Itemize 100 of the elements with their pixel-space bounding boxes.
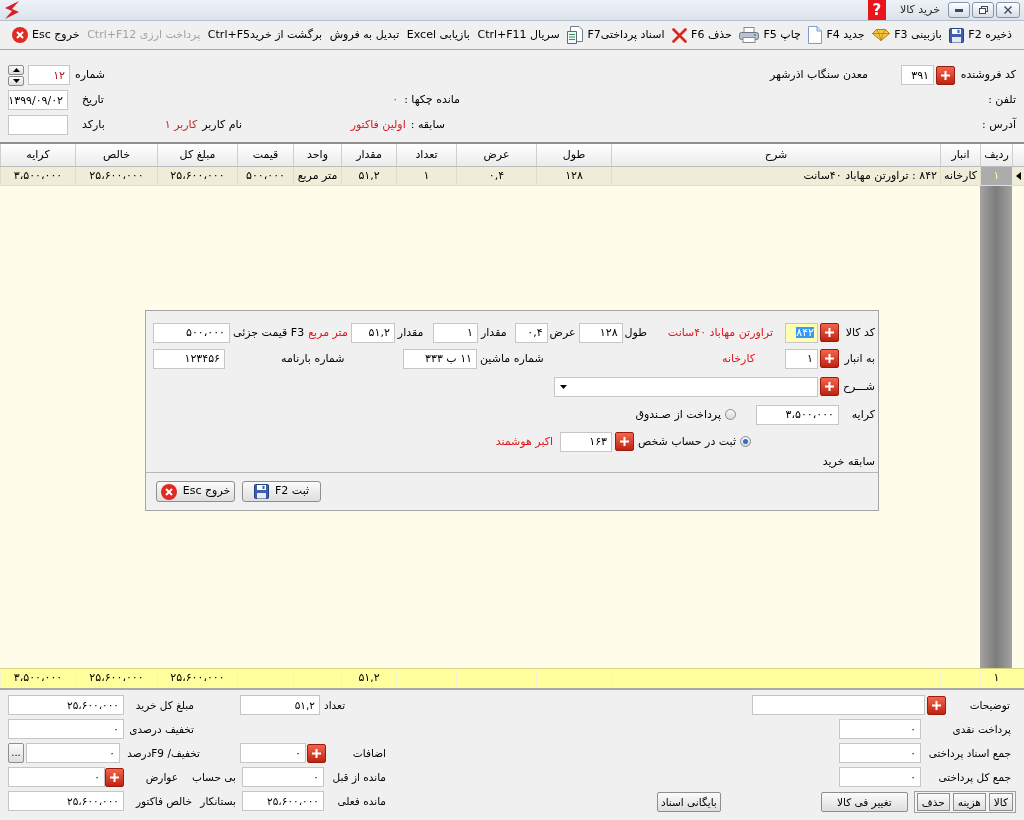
- input-field[interactable]: ۱۲: [28, 65, 70, 85]
- dialog-button[interactable]: ثبت F2: [242, 481, 321, 502]
- radio-button[interactable]: [725, 409, 736, 420]
- toolbar-button[interactable]: اسناد پرداختیF7: [565, 23, 667, 47]
- add-button[interactable]: [820, 377, 839, 396]
- field-label: کد کالا: [844, 325, 875, 340]
- input-field[interactable]: ۰: [839, 719, 921, 739]
- input-field[interactable]: ۲۵،۶۰۰،۰۰۰: [8, 791, 124, 811]
- restore-button[interactable]: [972, 2, 994, 18]
- total-cell: ۱: [980, 669, 1012, 688]
- minimize-button[interactable]: [948, 2, 970, 18]
- table-row[interactable]: ۱ کارخانه ۸۴۲ : تراورتن مهاباد ۴۰سانت ۱۲۸ ۰,۴ ۱ ۵۱,۲ متر مربع ۵۰۰،۰۰۰ ۲۵،۶۰۰،۰۰۰ ۲۵،۶۰۰،۰۰۰ ۳،۵۰۰،۰۰۰: [0, 167, 1024, 186]
- column-header[interactable]: واحد: [293, 144, 341, 166]
- input-field[interactable]: ۱۶۳: [560, 431, 612, 452]
- total-cell: ۳،۵۰۰،۰۰۰: [0, 669, 75, 688]
- field-label: کد فروشنده: [959, 68, 1016, 82]
- input-field[interactable]: ۳۹۱: [901, 65, 934, 85]
- table-cell: کارخانه: [940, 167, 980, 185]
- spin-up-button[interactable]: [8, 64, 24, 75]
- toolbar-button[interactable]: تبدیل به فروش: [327, 23, 402, 47]
- toolbar-button[interactable]: خروج Esc: [10, 23, 82, 47]
- input-field[interactable]: [8, 115, 68, 135]
- field-label: توضیحات: [968, 698, 1011, 712]
- column-header[interactable]: کرایه: [0, 144, 75, 166]
- field-label: کرایه: [850, 407, 875, 422]
- input-field[interactable]: ۵۱,۲: [240, 695, 320, 715]
- input-field[interactable]: ۰: [8, 719, 124, 739]
- radio-button[interactable]: [740, 436, 751, 447]
- input-field[interactable]: ۰: [26, 743, 120, 763]
- add-button[interactable]: [820, 323, 839, 342]
- dialog-button[interactable]: خروج Esc: [156, 481, 235, 502]
- input-field[interactable]: ۰,۴: [514, 322, 548, 343]
- action-button[interactable]: کالا: [988, 793, 1013, 811]
- input-field[interactable]: ۱۲۳۴۵۶: [153, 348, 225, 369]
- add-button[interactable]: [615, 432, 634, 451]
- spin-down-button[interactable]: [8, 75, 24, 86]
- field-label: شـــرح: [841, 379, 875, 394]
- input-field[interactable]: ۱۳۹۹/۰۹/۰۲: [8, 90, 68, 110]
- field-label: بارکد: [82, 118, 105, 132]
- input-field[interactable]: ۱: [785, 348, 818, 369]
- input-field[interactable]: ۰: [839, 767, 921, 787]
- caret-down-icon: [12, 78, 20, 83]
- input-field[interactable]: ۰: [242, 767, 324, 787]
- column-header[interactable]: ردیف: [980, 144, 1012, 166]
- input-field[interactable]: ۰: [839, 743, 921, 763]
- close-button[interactable]: [996, 2, 1020, 18]
- dropdown-field[interactable]: [554, 376, 818, 397]
- action-button[interactable]: هزینه: [952, 793, 986, 811]
- column-header[interactable]: خالص: [75, 144, 157, 166]
- toolbar-button[interactable]: حذف F6: [670, 23, 734, 47]
- input-field[interactable]: ۵۰۰،۰۰۰: [153, 322, 230, 343]
- input-field[interactable]: ۰: [8, 767, 105, 787]
- input-field[interactable]: ۳،۵۰۰،۰۰۰: [756, 404, 839, 425]
- close-icon: [1004, 6, 1012, 14]
- toolbar-button[interactable]: چاپ F5: [737, 23, 803, 47]
- field-label: خالص فاکتور: [134, 794, 193, 808]
- add-button[interactable]: [105, 767, 124, 787]
- column-header[interactable]: قیمت: [237, 144, 293, 166]
- column-header[interactable]: تعداد: [396, 144, 456, 166]
- column-header[interactable]: شرح: [611, 144, 940, 166]
- column-header[interactable]: طول: [536, 144, 611, 166]
- plus-icon: [825, 328, 834, 337]
- help-button[interactable]: ?: [867, 0, 886, 20]
- column-header[interactable]: مبلغ کل: [157, 144, 237, 166]
- input-field[interactable]: ۱۱ ب ۳۳۳: [403, 348, 477, 369]
- input-field[interactable]: ۱: [433, 322, 478, 343]
- column-header[interactable]: عرض: [456, 144, 536, 166]
- toolbar-button[interactable]: بازبینی F3: [870, 23, 944, 47]
- action-button[interactable]: حذف: [916, 793, 950, 811]
- input-field[interactable]: ۵۱,۲: [350, 322, 395, 343]
- input-field[interactable]: ۱۲۸: [578, 322, 623, 343]
- field-label: مانده چکها :: [404, 93, 460, 107]
- input-field[interactable]: ۰: [240, 743, 306, 763]
- column-header[interactable]: مقدار: [341, 144, 396, 166]
- toolbar-button[interactable]: سریال Ctrl+F11: [475, 23, 562, 47]
- toolbar-button[interactable]: جدید F4: [806, 23, 867, 47]
- input-field[interactable]: ۲۵،۶۰۰،۰۰۰: [8, 695, 124, 715]
- toolbar-button[interactable]: بازیابی Excel: [404, 23, 472, 47]
- input-field[interactable]: [752, 695, 925, 715]
- field-label: مانده از قبل: [331, 770, 386, 784]
- toolbar-button[interactable]: ذخیره F2: [947, 23, 1014, 47]
- plus-icon: [110, 772, 119, 782]
- action-button[interactable]: بایگانی اسناد: [656, 792, 721, 812]
- field-label: سابقه :: [410, 118, 445, 132]
- value-text: اکبر هوشمند: [495, 434, 553, 449]
- close-icon: [12, 27, 28, 43]
- toolbar-button[interactable]: برگشت از خریدCtrl+F5: [205, 23, 325, 47]
- action-button[interactable]: تغییر فی کالا: [820, 792, 908, 812]
- input-field[interactable]: ۲۵،۶۰۰،۰۰۰: [242, 791, 324, 811]
- add-button[interactable]: [936, 65, 955, 85]
- add-button[interactable]: [307, 743, 326, 763]
- option-label[interactable]: پرداخت از صـندوق: [635, 407, 721, 422]
- balance-status: بستانکار: [200, 794, 236, 808]
- more-button[interactable]: ...: [8, 743, 24, 763]
- plus-icon: [312, 748, 321, 758]
- add-button[interactable]: [820, 349, 839, 368]
- add-button[interactable]: [927, 695, 946, 715]
- option-label[interactable]: ثبت در حساب شخص: [638, 434, 736, 449]
- field-label: طول: [624, 325, 647, 340]
- column-header[interactable]: انبار: [940, 144, 980, 166]
